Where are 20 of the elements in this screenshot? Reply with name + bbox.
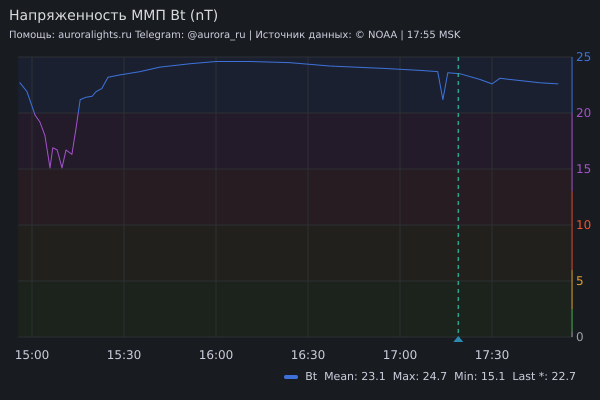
x-tick-label: 16:30 xyxy=(290,348,326,362)
legend-stat: Min: 15.1 xyxy=(454,369,506,385)
y-tick-label: 0 xyxy=(576,330,584,344)
legend-stat: Last *: 22.7 xyxy=(512,369,576,385)
legend-swatch-icon xyxy=(284,375,298,380)
y-tick-label: 5 xyxy=(576,274,584,288)
legend-stat: Mean: 23.1 xyxy=(324,369,386,385)
y-tick-label: 25 xyxy=(576,50,592,64)
y-tick-label: 10 xyxy=(576,218,592,232)
x-tick-label: 17:30 xyxy=(474,348,510,362)
y-tick-label: 15 xyxy=(576,162,592,176)
x-tick-label: 17:00 xyxy=(382,348,418,362)
x-tick-label: 15:00 xyxy=(14,348,50,362)
legend-series-name[interactable]: Bt xyxy=(305,369,318,386)
y-tick-label: 20 xyxy=(576,106,592,120)
x-tick-label: 15:30 xyxy=(106,348,142,362)
x-tick-label: 16:00 xyxy=(198,348,234,362)
panel-title: Напряженность ММП Bt (nT) xyxy=(9,7,220,26)
legend-stat: Max: 24.7 xyxy=(392,369,448,385)
panel-subtitle: Помощь: auroralights.ru Telegram: @aurora_ru | Источник данных: © NOAA | 17:55 MSK xyxy=(9,29,462,43)
